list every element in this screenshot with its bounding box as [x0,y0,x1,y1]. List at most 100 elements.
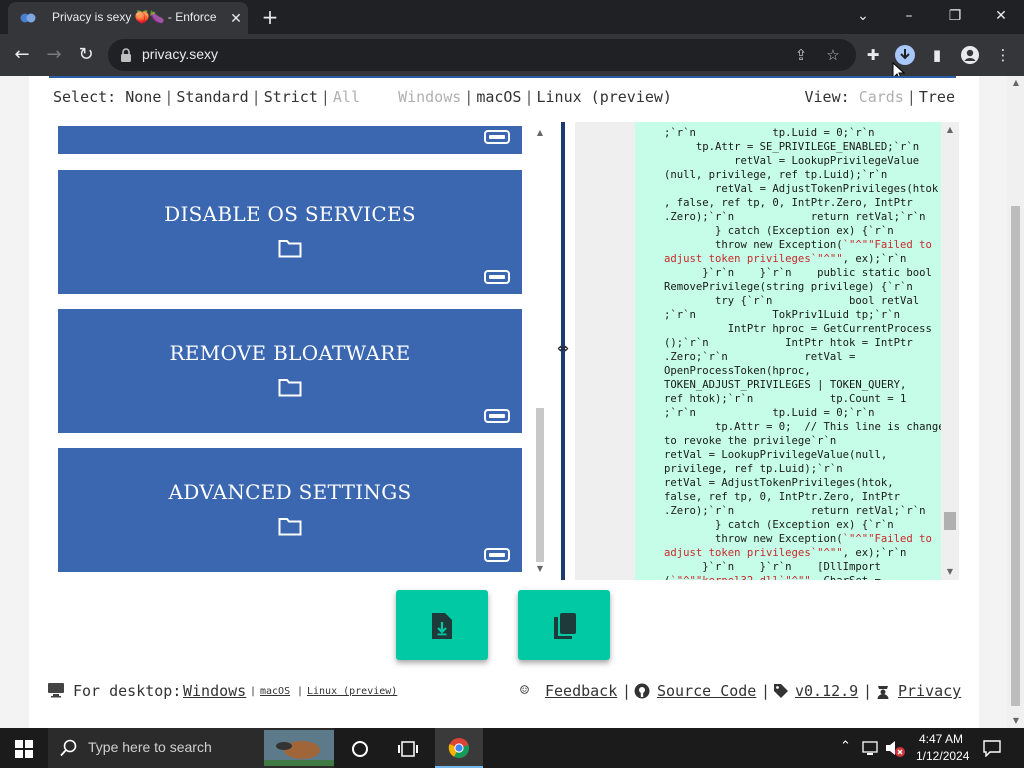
scroll-down-icon[interactable]: ▼ [1010,716,1022,726]
browser-tab[interactable]: Privacy is sexy 🍑🍆 - Enforce privacy ✕ [8,2,248,34]
page-viewport: Select: None | Standard | Strict | All Windows… [0,76,1024,728]
view-switcher: View: Cards | Tree [805,88,956,106]
footer: For desktop: Windows | macOS | Linux (pr… [47,680,961,704]
scrollbar-thumb[interactable] [944,512,956,530]
lock-icon [121,48,131,62]
source-code-link[interactable]: Source Code [657,682,756,700]
version-link[interactable]: v0.12.9 [795,682,858,700]
desktop-windows-link[interactable]: Windows [183,682,246,700]
feedback-link[interactable]: Feedback [545,682,617,700]
scrollbar-thumb[interactable] [1011,206,1020,706]
category-card[interactable]: DISABLE OS SERVICES [58,170,522,294]
desktop-linux-link[interactable]: Linux (preview) [307,686,397,697]
separator: | [761,682,771,700]
scroll-up-icon[interactable]: ▲ [1010,78,1022,88]
notification-center-icon[interactable] [982,739,1002,757]
volume-muted-icon[interactable] [884,739,906,757]
scrollbar-thumb[interactable] [536,408,544,562]
taskbar-clock[interactable]: 4:47 AM 1/12/2024 [916,731,970,765]
extensions-icon[interactable]: ✚ [864,46,882,64]
expand-icon[interactable] [484,548,510,562]
task-view-icon[interactable] [398,740,418,758]
os-windows[interactable]: Windows [398,88,461,106]
code-scrollbar[interactable]: ▲ ▼ [941,122,959,580]
privacy-link[interactable]: Privacy [898,682,961,700]
maximize-icon[interactable]: ❐ [943,6,967,26]
separator: | [250,686,257,697]
separator: | [524,88,534,106]
card-title: REMOVE BLOATWARE [169,341,411,365]
tag-icon [774,684,788,698]
file-download-icon [432,613,452,639]
expand-icon[interactable] [484,409,510,423]
scroll-down-icon[interactable]: ▼ [534,564,546,574]
code-panel: ;`r`n tp.Luid = 0;`r`n tp.Attr = SE_PRIV… [575,122,959,580]
separator: | [906,88,916,106]
desktop-label: For desktop: [73,682,182,700]
bookmark-star-icon[interactable]: ☆ [824,46,842,64]
network-icon[interactable] [862,740,882,756]
category-card-partial[interactable] [58,126,522,154]
scroll-up-icon[interactable]: ▲ [534,128,546,138]
os-linux[interactable]: Linux (preview) [537,88,672,106]
menu-kebab-icon[interactable]: ⋮ [994,46,1012,64]
view-tree[interactable]: Tree [919,88,955,106]
page-scrollbar[interactable]: ▲ ▼ [1007,76,1024,728]
resize-handle-icon[interactable]: ⇔ [553,342,573,356]
download-script-button[interactable] [396,590,488,660]
copy-script-button[interactable] [518,590,610,660]
cards-scrollbar[interactable]: ▲ ▼ [534,128,546,574]
select-standard[interactable]: Standard [176,88,248,106]
profile-icon[interactable] [960,45,980,65]
separator: | [297,686,304,697]
chrome-taskbar-button[interactable] [435,728,483,768]
expand-icon[interactable] [484,270,510,284]
scroll-up-icon[interactable]: ▲ [944,125,956,135]
windows-start-icon[interactable] [15,740,33,758]
separator: | [622,682,632,700]
forward-icon[interactable]: → [44,45,64,65]
chrome-icon [448,738,469,758]
view-cards[interactable]: Cards [859,88,904,106]
select-strict[interactable]: Strict [264,88,318,106]
category-cards: DISABLE OS SERVICES REMOVE BLOATWARE ADV… [58,126,522,574]
platypus-search-highlight-icon [264,730,334,766]
new-tab-icon[interactable]: + [260,7,280,28]
url-text: privacy.sexy [142,46,218,62]
share-icon[interactable]: ⇪ [792,46,810,64]
tray-chevron-icon[interactable]: ⌃ [840,739,851,754]
minimize-icon[interactable]: – [897,6,921,26]
address-bar[interactable]: privacy.sexy ⇪ ☆ [108,39,856,71]
copy-icon [554,613,576,639]
scroll-down-icon[interactable]: ▼ [944,567,956,577]
os-macos[interactable]: macOS [476,88,521,106]
select-none[interactable]: None [125,88,161,106]
separator: | [863,682,873,700]
reload-icon[interactable]: ↻ [76,45,96,65]
category-card[interactable]: ADVANCED SETTINGS [58,448,522,572]
privacy-sexy-favicon [20,13,36,23]
card-title: ADVANCED SETTINGS [168,480,412,504]
category-card[interactable]: REMOVE BLOATWARE [58,309,522,433]
desktop-icon [48,683,64,698]
clock-date: 1/12/2024 [916,749,970,763]
select-all[interactable]: All [333,88,360,106]
side-panel-icon[interactable]: ▮ [928,46,946,64]
tab-search-icon[interactable]: ⌄ [851,6,875,26]
code-editor[interactable]: ;`r`n tp.Luid = 0;`r`n tp.Attr = SE_PRIV… [635,122,941,580]
separator: | [320,88,330,106]
taskbar-search-box[interactable]: Type here to search [48,728,334,768]
github-icon [634,683,650,699]
windows-taskbar: Type here to search ⌃ 4:47 AM 1/12/2024 [0,728,1024,768]
browser-toolbar: ← → ↻ privacy.sexy ⇪ ☆ ✚ ▮ ⋮ [0,34,1024,82]
folder-icon [278,379,302,397]
back-icon[interactable]: ← [12,45,32,65]
desktop-macos-link[interactable]: macOS [260,686,290,697]
tab-close-icon[interactable]: ✕ [228,11,244,27]
separator: | [464,88,474,106]
close-window-icon[interactable]: ✕ [989,6,1013,26]
cortana-icon[interactable] [351,740,369,758]
page-content: Select: None | Standard | Strict | All Windows… [29,76,979,728]
selection-bar: Select: None | Standard | Strict | All Windows… [53,88,672,106]
expand-icon[interactable] [484,130,510,144]
